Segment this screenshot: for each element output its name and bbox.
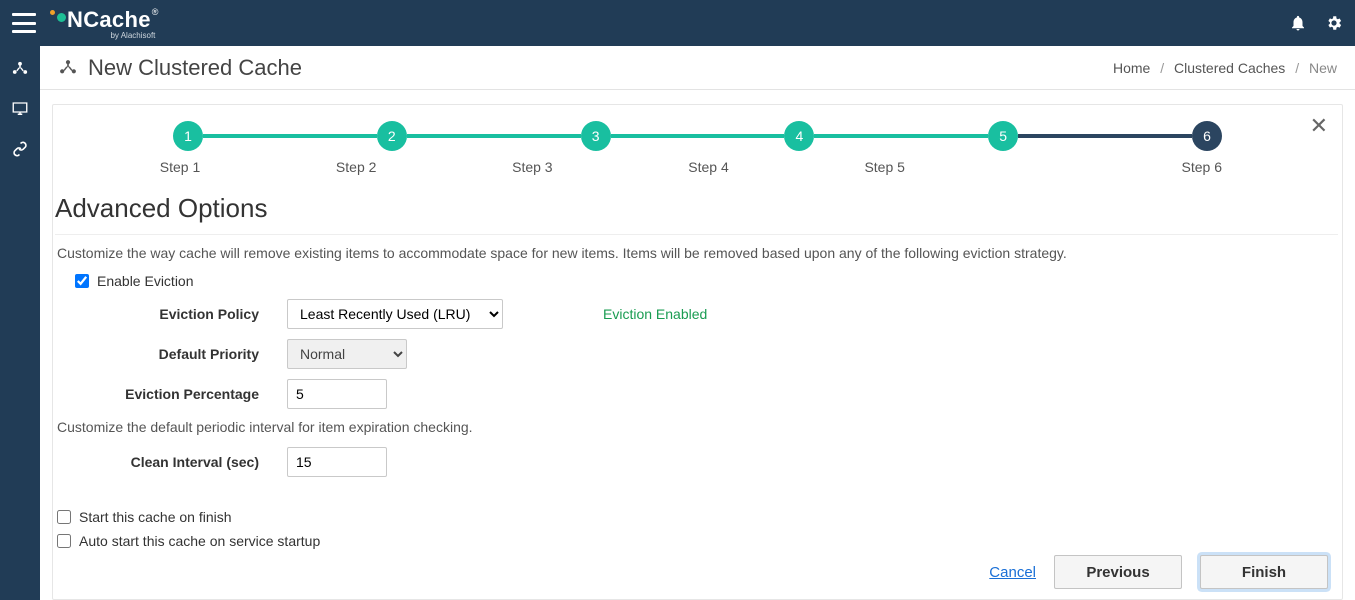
step-5-circle[interactable]: 5 — [988, 121, 1018, 151]
step-line-1-2 — [203, 134, 377, 138]
enable-eviction-label[interactable]: Enable Eviction — [97, 273, 194, 289]
previous-button[interactable]: Previous — [1054, 555, 1182, 589]
menu-toggle[interactable] — [12, 13, 36, 33]
step-line-3-4 — [611, 134, 785, 138]
step-6-label: Step 6 — [1182, 159, 1222, 175]
brand-text-cache: Cache — [83, 7, 151, 32]
breadcrumb: Home / Clustered Caches / New — [1113, 60, 1337, 76]
step-6-circle[interactable]: 6 — [1192, 121, 1222, 151]
step-2-circle[interactable]: 2 — [377, 121, 407, 151]
close-icon[interactable]: ✕ — [1310, 113, 1328, 139]
auto-start-label[interactable]: Auto start this cache on service startup — [79, 533, 320, 549]
eviction-policy-select[interactable]: Least Recently Used (LRU) — [287, 299, 503, 329]
auto-start-checkbox[interactable] — [57, 534, 71, 548]
cancel-link[interactable]: Cancel — [989, 564, 1036, 581]
eviction-percentage-input[interactable] — [287, 379, 387, 409]
start-on-finish-checkbox[interactable] — [57, 510, 71, 524]
nav-link-icon[interactable] — [11, 140, 29, 158]
logo-icon — [57, 13, 66, 22]
page-title: New Clustered Cache — [88, 55, 302, 81]
clean-interval-input[interactable] — [287, 447, 387, 477]
step-labels: Step 1 Step 2 Step 3 Step 4 Step 5 Step … — [173, 159, 1222, 175]
eviction-description: Customize the way cache will remove exis… — [57, 245, 1338, 261]
default-priority-select[interactable]: Normal — [287, 339, 407, 369]
step-3-label: Step 3 — [512, 159, 552, 175]
nav-monitor-icon[interactable] — [11, 100, 29, 118]
step-1-label: Step 1 — [160, 159, 200, 175]
clean-interval-label: Clean Interval (sec) — [57, 454, 287, 470]
nav-cluster-icon[interactable] — [11, 60, 29, 78]
default-priority-label: Default Priority — [57, 346, 287, 362]
step-4-circle[interactable]: 4 — [784, 121, 814, 151]
page-title-icon — [58, 58, 78, 78]
topbar: NCache ® by Alachisoft — [0, 0, 1355, 46]
page-header: New Clustered Cache Home / Clustered Cac… — [40, 46, 1355, 90]
step-3-circle[interactable]: 3 — [581, 121, 611, 151]
step-line-5-6 — [1018, 134, 1192, 138]
step-1-circle[interactable]: 1 — [173, 121, 203, 151]
brand-subtext: by Alachisoft — [110, 31, 155, 40]
breadcrumb-current: New — [1309, 60, 1337, 76]
wizard-card: ✕ 1 2 3 4 5 6 Step 1 Step 2 — [52, 104, 1343, 600]
eviction-status: Eviction Enabled — [603, 306, 707, 322]
notifications-icon[interactable] — [1289, 14, 1307, 32]
step-2-label: Step 2 — [336, 159, 376, 175]
eviction-policy-label: Eviction Policy — [57, 306, 287, 322]
breadcrumb-clustered-caches[interactable]: Clustered Caches — [1174, 60, 1285, 76]
enable-eviction-checkbox[interactable] — [75, 274, 89, 288]
step-line-2-3 — [407, 134, 581, 138]
wizard-footer: Cancel Previous Finish — [989, 555, 1328, 589]
step-line-4-5 — [814, 134, 988, 138]
settings-icon[interactable] — [1325, 14, 1343, 32]
start-on-finish-label[interactable]: Start this cache on finish — [79, 509, 232, 525]
step-4-label: Step 4 — [688, 159, 728, 175]
step-5-label: Step 5 — [864, 159, 904, 175]
brand-logo: NCache ® by Alachisoft — [50, 7, 157, 40]
wizard-stepper: 1 2 3 4 5 6 — [173, 121, 1222, 151]
breadcrumb-home[interactable]: Home — [1113, 60, 1150, 76]
eviction-percentage-label: Eviction Percentage — [57, 386, 287, 402]
registered-mark: ® — [152, 7, 159, 17]
section-title: Advanced Options — [55, 193, 1338, 235]
left-nav — [0, 46, 40, 600]
clean-interval-description: Customize the default periodic interval … — [57, 419, 1338, 435]
brand-text-n: N — [67, 7, 83, 32]
finish-button[interactable]: Finish — [1200, 555, 1328, 589]
